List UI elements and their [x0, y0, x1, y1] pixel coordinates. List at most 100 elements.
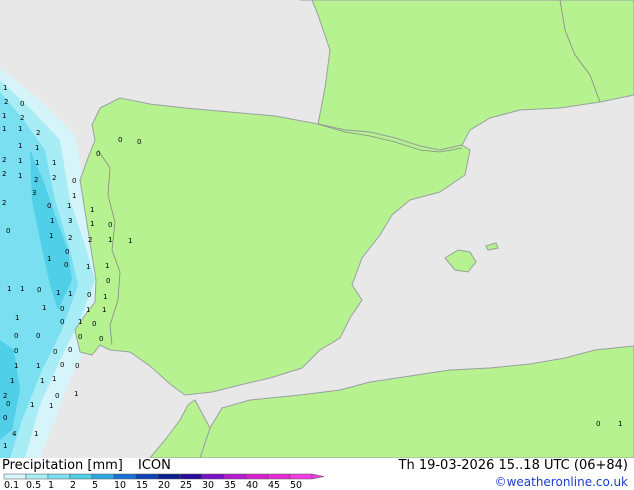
scale-swatch: [25, 473, 49, 480]
precip-value: 1: [3, 84, 7, 92]
scale-label: 30: [202, 480, 214, 490]
scale-swatch: [223, 473, 247, 480]
precip-value: 0: [75, 362, 79, 370]
precip-value: 0: [37, 286, 41, 294]
color-scale: 0.1 0.5 1 2 5 10 15 20 25 30 35 40 45 50: [3, 473, 325, 490]
precip-value: 3: [68, 217, 72, 225]
precip-value: 1: [68, 290, 72, 298]
scale-swatch: [47, 473, 71, 480]
precip-value: 1: [20, 285, 24, 293]
scale-label: 45: [268, 480, 280, 490]
precip-value: 0: [118, 136, 122, 144]
scale-label: 15: [136, 480, 148, 490]
scale-label: 5: [92, 480, 98, 490]
precip-value: 2: [2, 170, 6, 178]
precip-value: 0: [596, 420, 600, 428]
precip-value: 2: [2, 199, 6, 207]
scale-label: 25: [180, 480, 192, 490]
precip-value: 0: [60, 318, 64, 326]
precipitation-map: 1022111 21 12 1 1 1201 2 2130 12131 1 0101 2 2 1010 1 1…: [0, 0, 634, 458]
precip-value: 0: [78, 333, 82, 341]
scale-label: 10: [114, 480, 126, 490]
precip-value: 2: [4, 98, 8, 106]
precip-value: 1: [3, 442, 7, 450]
scale-swatch: [289, 473, 313, 480]
precip-value: 1: [7, 285, 11, 293]
precip-value: 1: [86, 263, 90, 271]
scale-label: 0.1: [4, 480, 19, 490]
precip-value: 1: [47, 255, 51, 263]
precip-value: 1: [105, 262, 109, 270]
precip-value: 0: [72, 177, 76, 185]
precip-value: 1: [67, 202, 71, 210]
precip-value: 0: [14, 347, 18, 355]
precip-value: 0: [53, 348, 57, 356]
scale-swatch: [157, 473, 181, 480]
credit-link[interactable]: ©weatheronline.co.uk: [495, 475, 628, 489]
precip-value: 1: [18, 172, 22, 180]
legend-footer: Precipitation [mm] ICON Th 19-03-2026 15…: [0, 458, 634, 490]
precip-value: 1: [90, 206, 94, 214]
precip-value: 0: [68, 346, 72, 354]
precip-value: 1: [50, 217, 54, 225]
precip-value: 1: [18, 157, 22, 165]
precip-value: 1: [128, 237, 132, 245]
precip-value: 3: [32, 189, 36, 197]
precip-value: 1: [18, 125, 22, 133]
precip-value: 2: [2, 156, 6, 164]
precip-value: 1: [35, 159, 39, 167]
precip-value: 2: [88, 236, 92, 244]
scale-swatch: [91, 473, 115, 480]
valid-time: Th 19-03-2026 15..18 UTC (06+84): [398, 458, 629, 473]
precip-value: 2: [52, 174, 56, 182]
precip-value: 1: [86, 306, 90, 314]
precip-value: 2: [36, 129, 40, 137]
precip-value: 1: [36, 362, 40, 370]
legend-title: Precipitation [mm]: [2, 458, 123, 473]
precip-value: 0: [3, 414, 7, 422]
model-name: ICON: [138, 458, 171, 473]
precip-value: 1: [30, 401, 34, 409]
precip-value: 1: [10, 377, 14, 385]
scale-swatch: [245, 473, 269, 480]
precip-value: 1: [72, 192, 76, 200]
scale-swatch: [3, 473, 27, 480]
precip-value: 0: [65, 248, 69, 256]
precip-value: 0: [96, 150, 100, 158]
precip-value: 1: [108, 236, 112, 244]
scale-swatch: [201, 473, 225, 480]
precip-value: 1: [14, 362, 18, 370]
precip-value: 1: [74, 390, 78, 398]
precip-value: 1: [40, 377, 44, 385]
precip-value: 0: [55, 392, 59, 400]
scale-label: 40: [246, 480, 258, 490]
precip-value: 0: [92, 320, 96, 328]
precip-value: 1: [49, 232, 53, 240]
scale-label: 35: [224, 480, 236, 490]
precip-value: 1: [15, 314, 19, 322]
precip-value: 0: [106, 277, 110, 285]
precip-value: 1: [52, 159, 56, 167]
precip-value: 0: [47, 202, 51, 210]
scale-label: 1: [48, 480, 54, 490]
scale-label: 20: [158, 480, 170, 490]
precip-value: 1: [102, 306, 106, 314]
precip-value: 1: [49, 402, 53, 410]
precip-value: 0: [87, 291, 91, 299]
precip-value: 1: [56, 289, 60, 297]
precip-value: 2: [34, 176, 38, 184]
precip-value: 2: [3, 392, 7, 400]
precip-value: 0: [6, 227, 10, 235]
scale-swatch: [135, 473, 159, 480]
precip-value: 0: [64, 261, 68, 269]
precip-value: 1: [18, 142, 22, 150]
precip-value: 0: [60, 361, 64, 369]
scale-swatch: [179, 473, 203, 480]
scale-label: 50: [290, 480, 302, 490]
precip-value: 0: [99, 335, 103, 343]
precip-value: 0: [6, 400, 10, 408]
precip-value: 0: [60, 305, 64, 313]
precip-value: 1: [78, 318, 82, 326]
precip-value: 2: [68, 234, 72, 242]
precip-value: 0: [20, 100, 24, 108]
